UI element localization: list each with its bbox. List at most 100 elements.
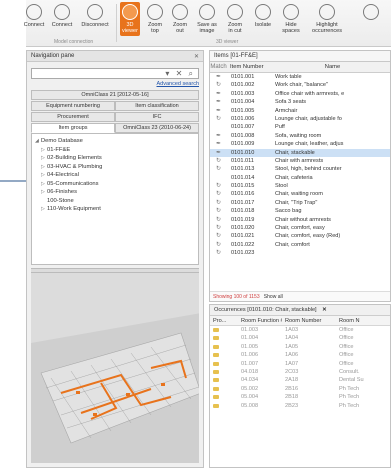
tab-equipment-numbering[interactable]: Equipment numbering [31, 101, 115, 111]
ribbon-group-3d-viewer: 3D viewer [216, 39, 239, 45]
tree-node[interactable]: 100-Stone [35, 197, 195, 206]
occurrences-header: Pro... Room Function # Room Number Room … [210, 316, 390, 326]
table-row[interactable]: ✒ 0101.003 Office chair with armrests, e [210, 90, 390, 98]
col-room-name[interactable]: Room N [336, 316, 390, 325]
items-title: Items [01-FF&E] [210, 51, 390, 62]
ribbon-hide-spaces-button[interactable]: Hide spaces [277, 2, 305, 36]
tab-omniclass-21[interactable]: OmniClass 21 [2012-05-16] [31, 90, 199, 100]
table-row[interactable]: ↻ 0101.006 Lounge chair, adjustable fo [210, 115, 390, 123]
table-row[interactable]: 01.007 1A07 Office [210, 360, 390, 368]
room-number: 2A18 [285, 377, 299, 384]
item-name: Work table [275, 74, 302, 80]
ribbon-connect-button[interactable]: Connect [48, 2, 76, 36]
tree-node-label: 03-HVAC & Plumbing [47, 163, 103, 170]
search-icon[interactable]: ▾ ✕ ⌕ [165, 69, 195, 79]
tree-node[interactable]: ▷ 01-FF&E [35, 146, 195, 155]
table-row[interactable]: ↻ 0101.011 Chair with armrests [210, 157, 390, 165]
room-function: 01.006 [241, 352, 259, 359]
ribbon-3d-viewer-button[interactable]: 3D viewer [120, 2, 140, 36]
table-row[interactable]: ↻ 0101.023 [210, 249, 390, 257]
folder-icon [213, 353, 219, 358]
pin-icon[interactable]: ✕ [194, 53, 199, 60]
tab-item-groups[interactable]: Item groups [31, 123, 115, 133]
tab-procurement[interactable]: Procurement [31, 112, 115, 122]
tree-node[interactable]: ▷ 04-Electrical [35, 171, 195, 180]
tab-ifc[interactable]: IFC [115, 112, 199, 122]
item-number: 0101.023 [231, 250, 255, 257]
col-project[interactable]: Pro... [210, 316, 238, 325]
match-icon: ✒ [215, 90, 222, 97]
table-row[interactable]: ↻ 0101.017 Chair, "Trip Trap" [210, 199, 390, 207]
table-row[interactable]: 01.003 1A03 Office [210, 326, 390, 334]
tree-node-label: 110-Work Equipment [47, 206, 101, 212]
ribbon-highlight-occurrences-button[interactable]: Highlight occurrences [307, 2, 347, 36]
occurrence-marker [210, 402, 238, 410]
ribbon-zoom-top-button[interactable]: Zoom top [144, 2, 166, 36]
table-row[interactable]: 04.018 2C03 Consult. [210, 368, 390, 376]
occurrences-tab[interactable]: Occurrences [0101.010: Chair, stackable]… [210, 305, 390, 316]
table-row[interactable]: ✒ 0101.005 Armchair [210, 107, 390, 115]
table-row[interactable]: ↻ 0101.021 Chair, comfort, easy (Red) [210, 232, 390, 240]
table-row[interactable]: ✒ 0101.001 Work table [210, 73, 390, 81]
ribbon-zoom-in-cut-button[interactable]: Zoom in cut [222, 2, 248, 36]
3d-viewer-canvas[interactable] [31, 273, 199, 463]
table-row[interactable]: ↻ 0101.016 Chair, waiting room [210, 190, 390, 198]
table-row[interactable]: ✒ 0101.009 Lounge chair, leather, adjus [210, 140, 390, 148]
table-row[interactable]: ↻ 0101.019 Chair without armrests [210, 216, 390, 224]
table-row[interactable]: 05.002 2B16 Ph Tech [210, 385, 390, 393]
ribbon-zoom-out-button[interactable]: Zoom out [169, 2, 191, 36]
table-row[interactable]: 0101.007 Puff [210, 123, 390, 131]
table-row[interactable]: ↻ 0101.002 Work chair, "balance" [210, 81, 390, 89]
table-row[interactable]: 05.004 2B18 Ph Tech [210, 393, 390, 401]
ribbon-connect-button-1[interactable]: Connect [20, 2, 48, 36]
room-name: Ph Tech [339, 394, 360, 401]
table-row[interactable]: 04.034 2A18 Dental Su [210, 376, 390, 384]
occurrence-marker [210, 360, 238, 368]
tree-node[interactable]: ▷ 02-Building Elements [35, 154, 195, 163]
table-row[interactable]: 0101.014 Chair, cafeteria [210, 174, 390, 182]
col-room-function[interactable]: Room Function # [238, 316, 282, 325]
disconnect-icon [87, 4, 103, 20]
room-function: 05.004 [241, 394, 259, 401]
col-name[interactable]: Name [272, 62, 390, 72]
table-row[interactable]: 05.008 2B23 Ph Tech [210, 402, 390, 410]
connect-icon [54, 4, 70, 20]
table-row[interactable]: ↻ 0101.013 Stool, high, behind counter [210, 165, 390, 173]
table-row[interactable]: 01.006 1A06 Office [210, 351, 390, 359]
col-room-number[interactable]: Room Number [282, 316, 336, 325]
close-icon[interactable]: ✕ [322, 307, 327, 313]
table-row[interactable]: ↻ 0101.015 Stool [210, 182, 390, 190]
tree-node[interactable]: ◢ Demo Database [35, 137, 195, 146]
table-row[interactable]: ✒ 0101.004 Sofa 3 seats [210, 98, 390, 106]
search-input[interactable]: ▾ ✕ ⌕ [31, 68, 199, 79]
col-item-number[interactable]: Item Number [227, 62, 272, 72]
folder-icon [213, 378, 219, 383]
table-row[interactable]: 01.005 1A05 Office [210, 343, 390, 351]
highlight-icon [319, 4, 335, 20]
tree-node[interactable]: ▷ 110-Work Equipment [35, 205, 195, 214]
ribbon-disconnect-button[interactable]: Disconnect [78, 2, 112, 36]
tree-node[interactable]: ▷ 03-HVAC & Plumbing [35, 163, 195, 172]
table-row[interactable]: ↻ 0101.018 Sacco bag [210, 207, 390, 215]
room-name: Office [339, 360, 354, 367]
ribbon-more-button[interactable] [351, 2, 391, 36]
advanced-search-link[interactable]: Advanced search [27, 79, 203, 89]
table-row[interactable]: ✒ 0101.010 Chair, stackable [210, 148, 390, 157]
room-function: 04.034 [241, 377, 259, 384]
occurrences-rows: 01.003 1A03 Office 01.004 1A04 Office 01.005 1A… [210, 326, 390, 410]
show-all-link[interactable]: Show all [264, 294, 283, 300]
zoom-in-cut-icon [227, 4, 243, 20]
table-row[interactable]: ↻ 0101.022 Chair, comfort [210, 241, 390, 249]
tab-item-classification[interactable]: Item classification [115, 101, 199, 111]
table-row[interactable]: 01.004 1A04 Office [210, 334, 390, 342]
table-row[interactable]: ↻ 0101.020 Chair, comfort, easy [210, 224, 390, 232]
tree-node[interactable]: ▷ 05-Communications [35, 180, 195, 189]
tree-node[interactable]: ▷ 06-Finishes [35, 188, 195, 197]
ribbon-save-image-button[interactable]: Save as image [194, 2, 220, 36]
ribbon-isolate-button[interactable]: Isolate [251, 2, 275, 36]
col-match[interactable]: Match [210, 62, 227, 72]
table-row[interactable]: ✒ 0101.008 Sofa, waiting room [210, 132, 390, 140]
tab-omniclass-23[interactable]: OmniClass 23 (2010-06-24) [115, 123, 199, 133]
item-name: Work chair, "balance" [275, 82, 328, 89]
tree-node-label: 05-Communications [47, 180, 99, 187]
